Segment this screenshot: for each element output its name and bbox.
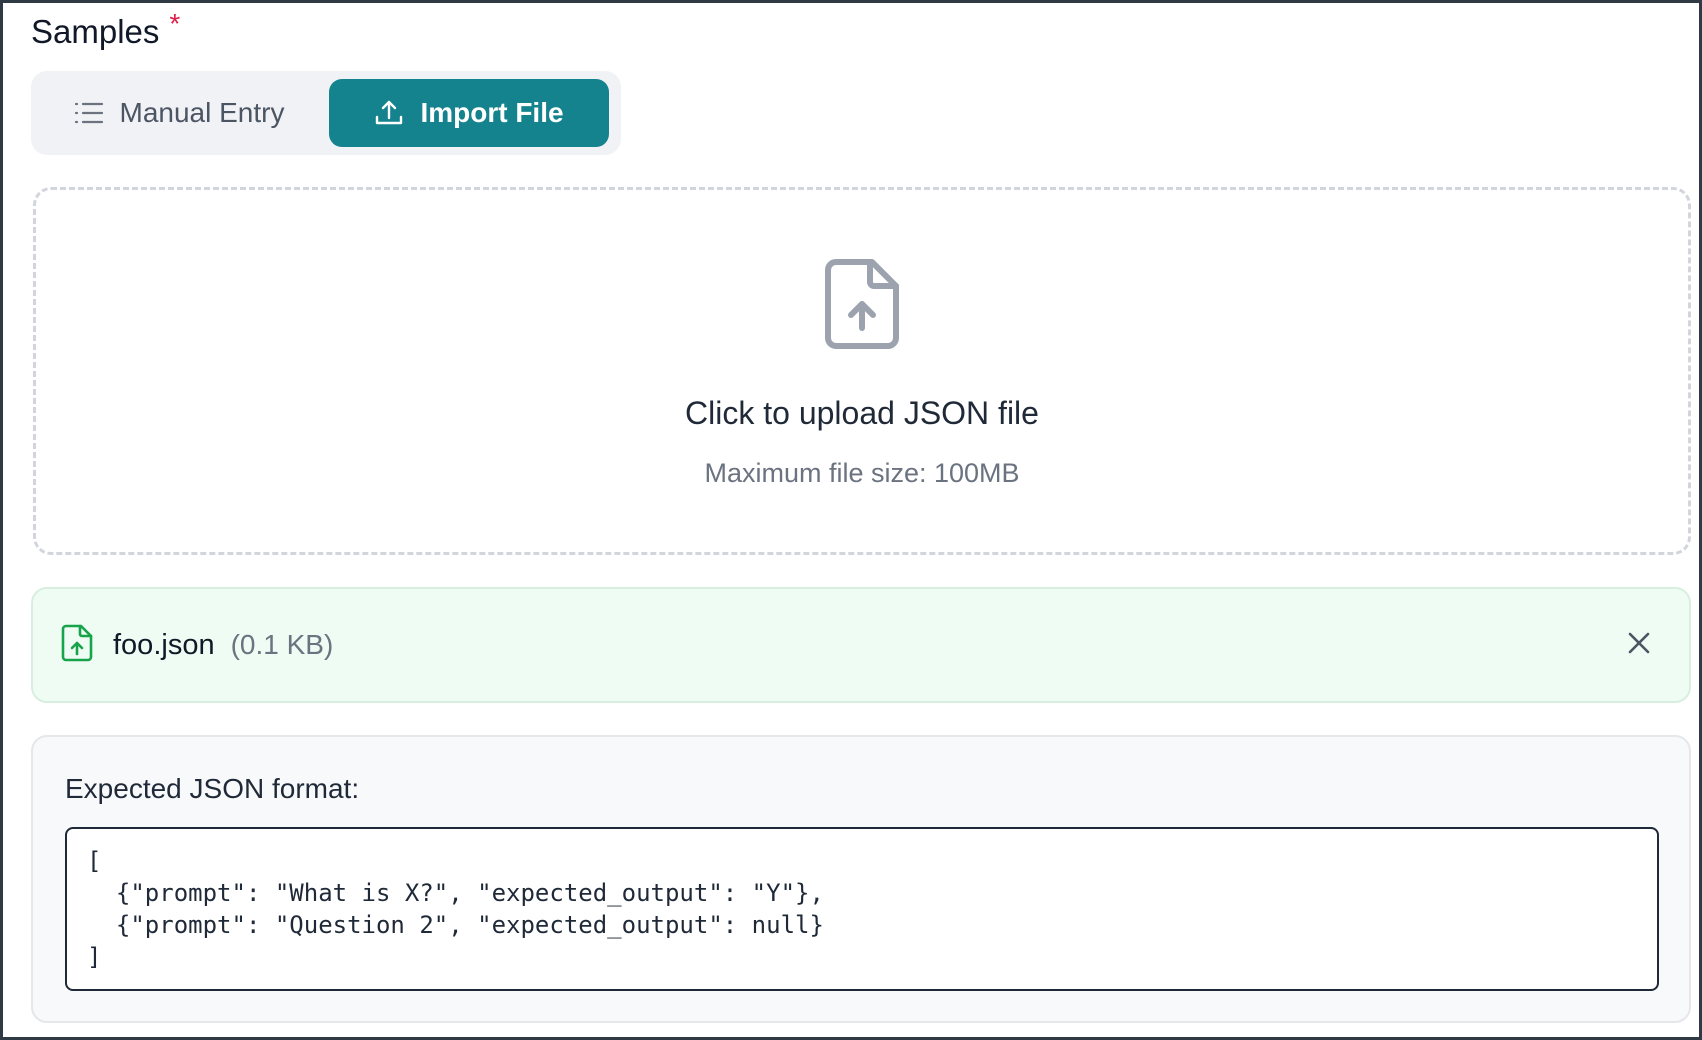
code-line: ] — [87, 943, 102, 971]
code-line: [ — [87, 847, 102, 875]
input-mode-toggle: Manual Entry Import File — [31, 71, 621, 155]
tab-manual-entry-label: Manual Entry — [119, 97, 285, 128]
tab-import-file-label: Import File — [420, 97, 564, 128]
file-size: (0.1 KB) — [230, 629, 334, 660]
section-title: Samples * — [31, 8, 180, 51]
remove-file-button[interactable] — [1617, 623, 1661, 667]
expected-format-card: Expected JSON format: [ {"prompt": "What… — [31, 735, 1691, 1023]
file-upload-icon — [824, 258, 900, 355]
tab-manual-entry[interactable]: Manual Entry — [39, 79, 319, 147]
dropzone-subtitle: Maximum file size: 100MB — [704, 458, 1020, 488]
section-title-text: Samples — [31, 13, 160, 50]
samples-panel: Samples * Manual Entry Import File Click… — [0, 0, 1702, 1040]
close-icon — [1627, 631, 1651, 660]
required-marker: * — [169, 8, 181, 39]
upload-icon — [374, 98, 404, 128]
tab-import-file[interactable]: Import File — [329, 79, 609, 147]
selected-file-row: foo.json (0.1 KB) — [31, 587, 1691, 703]
dropzone-title: Click to upload JSON file — [685, 395, 1039, 431]
file-name: foo.json — [113, 628, 215, 661]
code-line: {"prompt": "Question 2", "expected_outpu… — [87, 911, 824, 939]
code-line: {"prompt": "What is X?", "expected_outpu… — [87, 879, 824, 907]
file-dropzone[interactable]: Click to upload JSON file Maximum file s… — [33, 187, 1691, 555]
expected-format-label: Expected JSON format: — [65, 773, 360, 804]
file-upload-icon — [61, 624, 93, 667]
json-example-code: [ {"prompt": "What is X?", "expected_out… — [65, 827, 1659, 991]
list-icon — [74, 101, 104, 125]
